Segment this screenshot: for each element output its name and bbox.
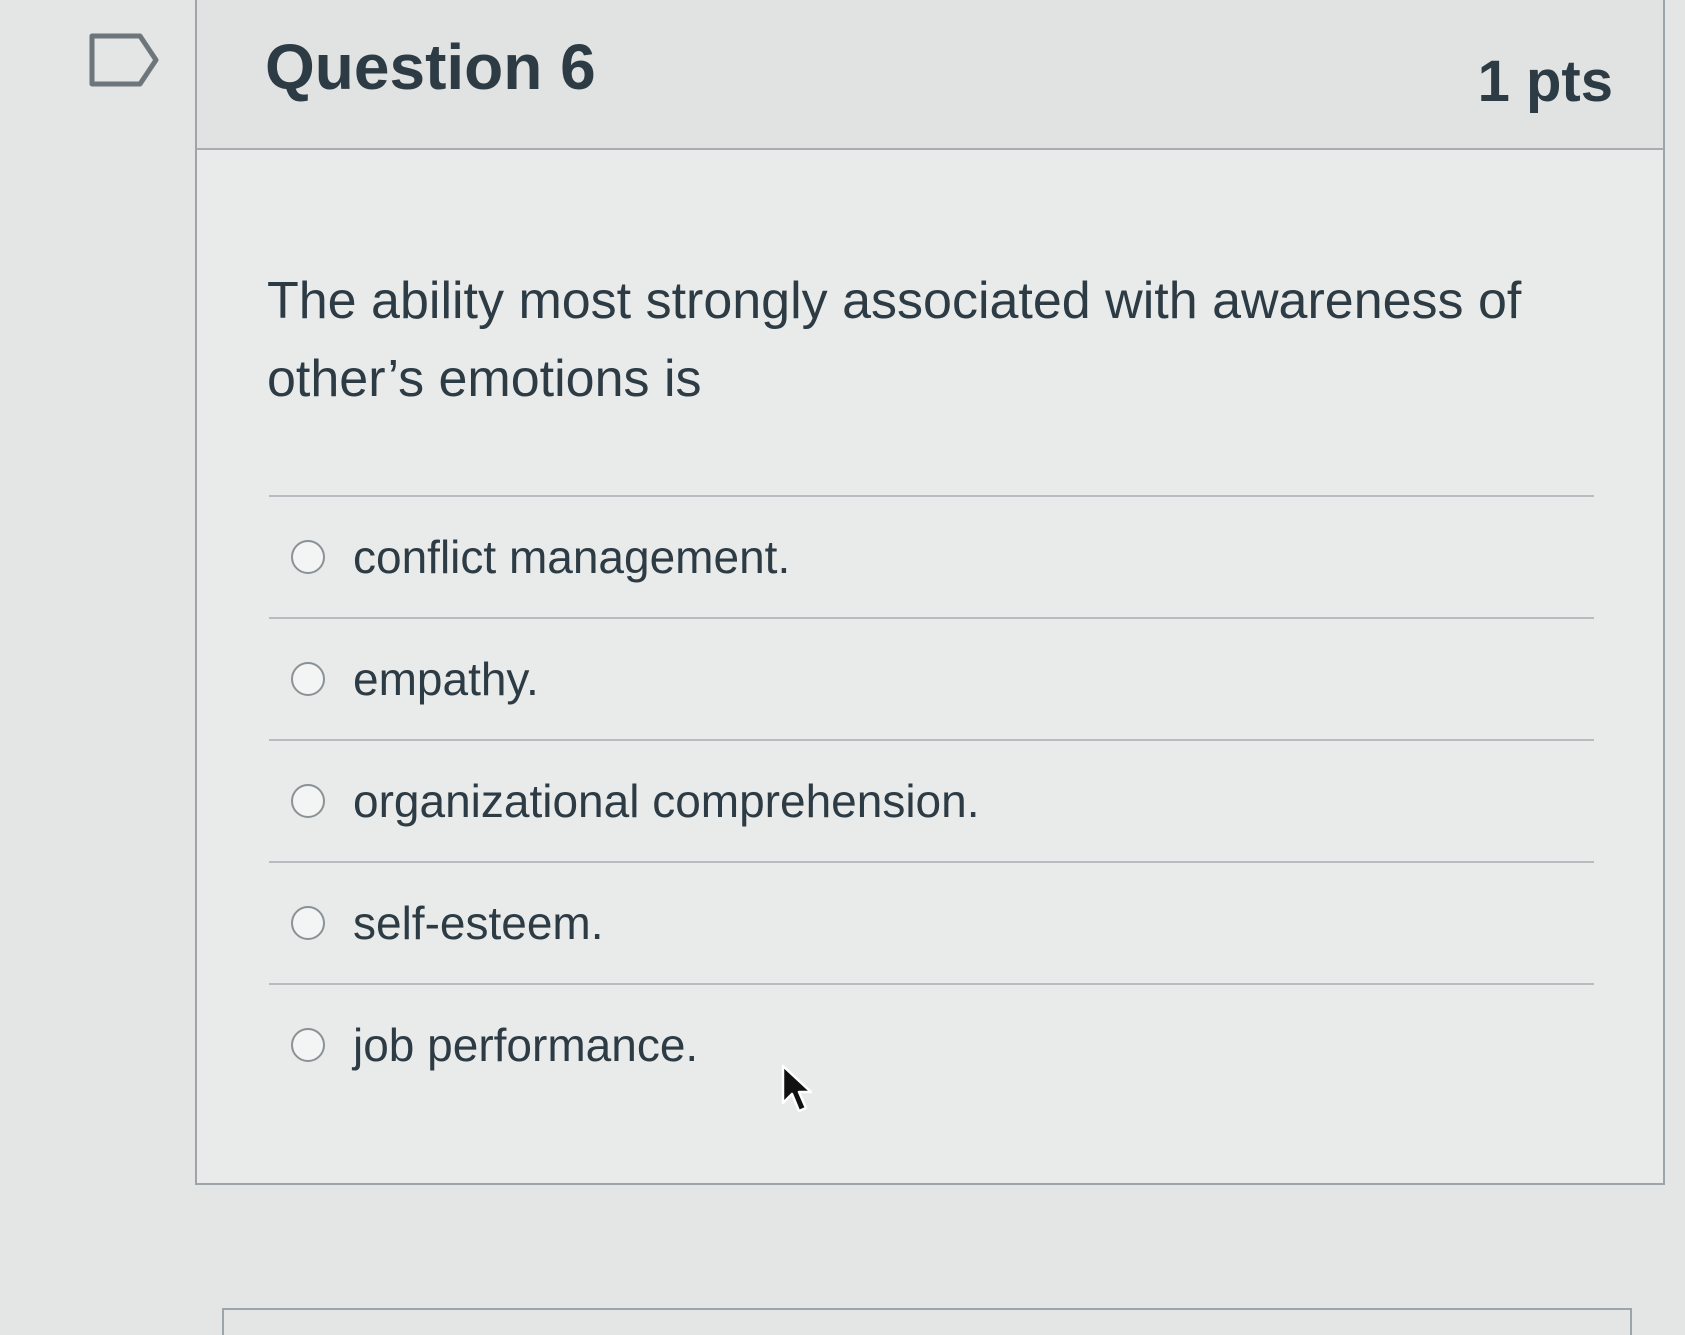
answer-option-self-esteem[interactable]: self-esteem. xyxy=(269,863,1594,983)
flag-question-icon[interactable] xyxy=(88,32,160,88)
question-header: Question 6 1 pts xyxy=(197,0,1663,150)
question-title: Question 6 xyxy=(265,31,596,103)
answer-list: conflict management. empathy. organizati… xyxy=(269,495,1594,1105)
question-points: 1 pts xyxy=(1477,49,1613,114)
question-card: Question 6 1 pts The ability most strong… xyxy=(195,0,1665,1185)
answer-label: job performance. xyxy=(353,1019,699,1071)
page: Question 6 1 pts The ability most strong… xyxy=(0,0,1685,1335)
question-text: The ability most strongly associated wit… xyxy=(267,272,1522,408)
answer-option-organizational-comprehension[interactable]: organizational comprehension. xyxy=(269,741,1594,861)
answer-option-conflict-management[interactable]: conflict management. xyxy=(269,497,1594,617)
radio-button[interactable] xyxy=(291,540,325,574)
radio-button[interactable] xyxy=(291,784,325,818)
answer-option-job-performance[interactable]: job performance. xyxy=(269,985,1594,1105)
radio-button[interactable] xyxy=(291,662,325,696)
answer-label: empathy. xyxy=(353,653,539,705)
answer-label: conflict management. xyxy=(353,531,791,583)
answer-label: self-esteem. xyxy=(353,897,604,949)
answer-label: organizational comprehension. xyxy=(353,775,980,827)
answer-option-empathy[interactable]: empathy. xyxy=(269,619,1594,739)
mouse-pointer-icon xyxy=(781,1064,813,1113)
next-question-card-edge xyxy=(222,1308,1632,1335)
radio-button[interactable] xyxy=(291,906,325,940)
radio-button[interactable] xyxy=(291,1028,325,1062)
